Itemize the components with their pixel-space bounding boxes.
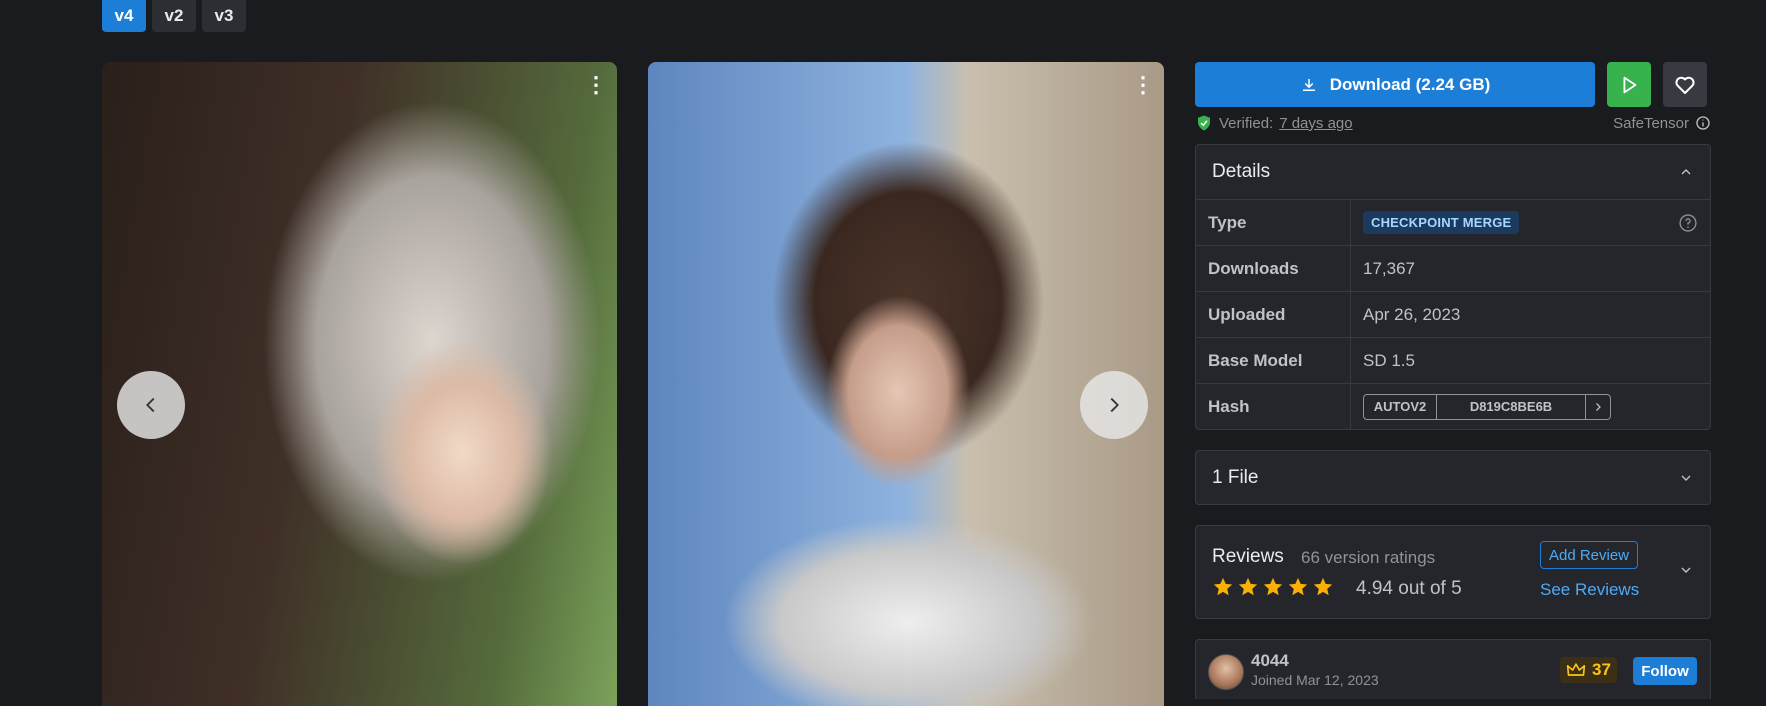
type-badge: CHECKPOINT MERGE [1363,211,1520,234]
hash-label: Hash [1196,384,1351,429]
details-panel: Details Type CHECKPOINT MERGE Downloads … [1195,144,1711,430]
gallery-next-button[interactable] [1080,371,1148,439]
star-icon [1263,577,1283,596]
uploaded-label: Uploaded [1196,292,1351,337]
rating-stars [1212,576,1334,598]
hash-widget[interactable]: AUTOV2 D819C8BE6B [1363,393,1611,420]
hash-next-button[interactable] [1586,395,1610,419]
details-row-type: Type CHECKPOINT MERGE [1196,200,1710,246]
chevron-up-icon [1681,169,1691,175]
chevron-right-icon [1596,402,1601,411]
more-options-icon[interactable]: ⋮ [584,72,608,98]
info-icon[interactable] [1695,115,1711,131]
reviews-title: Reviews [1212,546,1284,567]
model-sidebar: Download (2.24 GB) Verified: 7 days ago … [1195,62,1711,699]
version-tabs: v4 v2 v3 [102,0,246,32]
gallery-prev-button[interactable] [117,371,185,439]
details-row-hash: Hash AUTOV2 D819C8BE6B [1196,384,1710,429]
details-row-downloads: Downloads 17,367 [1196,246,1710,292]
star-icon [1238,577,1258,596]
more-options-icon[interactable]: ⋮ [1131,72,1155,98]
follow-button[interactable]: Follow [1633,657,1697,685]
base-model-value: SD 1.5 [1363,350,1415,370]
gallery-image-1[interactable]: ⋮ [102,62,617,706]
reviews-panel: Reviews 66 version ratings 4.94 out of 5… [1195,525,1711,619]
chevron-left-icon [146,397,155,413]
shield-check-icon [1198,115,1210,131]
play-icon [1623,76,1637,93]
avatar[interactable] [1208,654,1244,690]
crown-count: 37 [1592,660,1611,679]
question-icon[interactable] [1678,213,1698,233]
details-row-base-model: Base Model SD 1.5 [1196,338,1710,384]
star-icon [1288,577,1308,596]
chevron-down-icon [1681,475,1691,481]
uploaded-value: Apr 26, 2023 [1363,304,1461,324]
download-button[interactable]: Download (2.24 GB) [1195,62,1595,107]
hash-value[interactable]: D819C8BE6B [1437,394,1586,419]
files-panel[interactable]: 1 File [1195,450,1711,505]
creator-name[interactable]: 4044 [1251,651,1289,671]
details-header[interactable]: Details [1196,145,1710,200]
files-title: 1 File [1212,466,1259,488]
downloads-label: Downloads [1196,246,1351,291]
format-label: SafeTensor [1613,114,1689,132]
run-button[interactable] [1607,62,1651,107]
verified-date-link[interactable]: 7 days ago [1279,115,1352,132]
see-reviews-link[interactable]: See Reviews [1540,580,1639,600]
version-tab-v3[interactable]: v3 [202,0,246,32]
star-icon [1313,577,1333,596]
type-label: Type [1196,200,1351,245]
downloads-value: 17,367 [1363,258,1415,278]
version-tab-v4[interactable]: v4 [102,0,146,32]
favorite-button[interactable] [1663,62,1707,107]
crown-icon [1566,663,1586,676]
chevron-right-icon [1110,397,1119,413]
add-review-button[interactable]: Add Review [1540,541,1638,569]
creator-rank-badge: 37 [1560,657,1617,683]
verified-label: Verified: [1219,114,1274,132]
version-tab-v2[interactable]: v2 [152,0,196,32]
joined-date: Joined Mar 12, 2023 [1251,672,1379,688]
star-icon [1213,577,1233,596]
creator-card: 4044 Joined Mar 12, 2023 37 Follow [1195,639,1711,699]
details-row-uploaded: Uploaded Apr 26, 2023 [1196,292,1710,338]
download-icon [1302,78,1315,91]
heart-icon [1675,76,1695,94]
hash-type: AUTOV2 [1364,394,1437,419]
download-label: Download (2.24 GB) [1329,74,1491,94]
chevron-down-icon[interactable] [1678,562,1694,578]
rating-average: 4.94 out of 5 [1356,578,1462,599]
base-model-label: Base Model [1196,338,1351,383]
ratings-count: 66 version ratings [1301,548,1436,567]
details-title: Details [1212,161,1271,182]
